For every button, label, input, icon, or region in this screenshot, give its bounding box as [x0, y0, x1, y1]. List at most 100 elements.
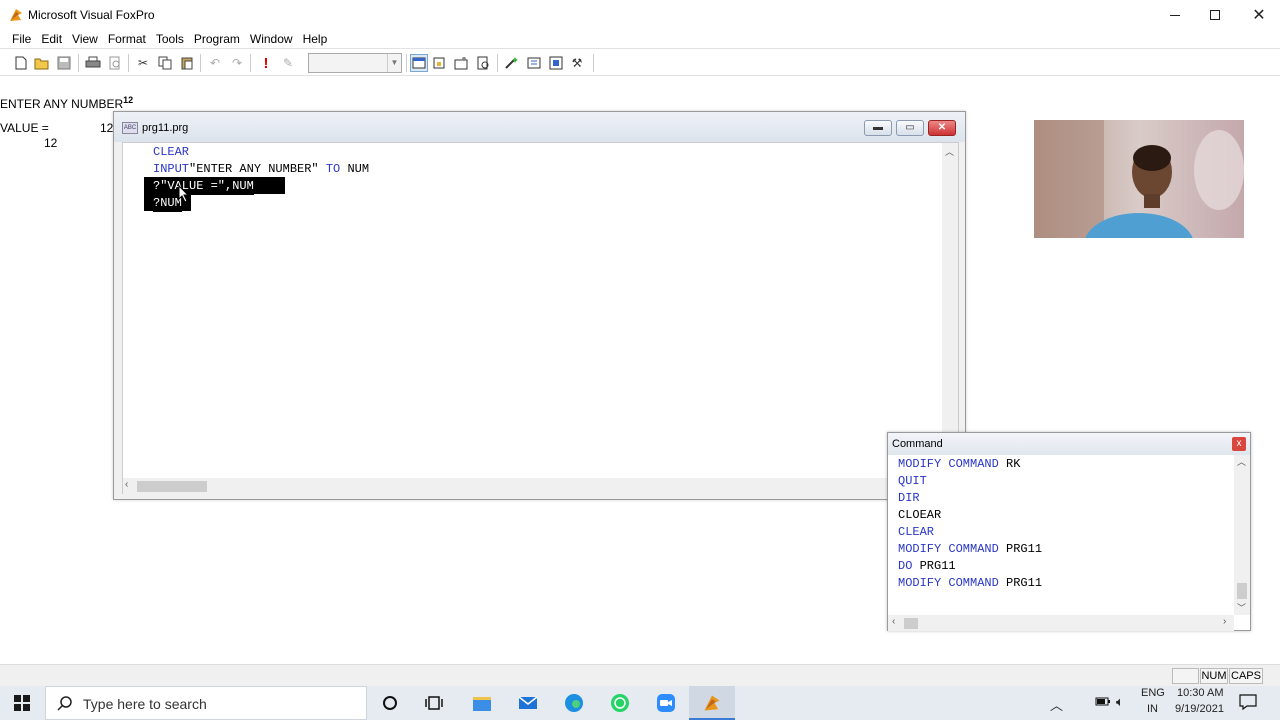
language-code[interactable]: ENG — [1141, 687, 1165, 699]
print-preview-icon[interactable] — [106, 54, 124, 72]
whatsapp-icon[interactable] — [608, 691, 632, 715]
foxpro-taskbar-button[interactable] — [689, 686, 735, 720]
foxpro-icon — [10, 9, 22, 21]
class-browser-icon[interactable] — [547, 54, 565, 72]
volume-icon[interactable]: 🔈︎ — [1116, 694, 1124, 710]
windows-start-icon[interactable] — [10, 691, 34, 715]
mail-icon[interactable] — [516, 691, 540, 715]
command-history-line[interactable]: DIR — [898, 490, 920, 507]
open-folder-icon[interactable] — [33, 54, 51, 72]
code-line: INPUT"ENTER ANY NUMBER" TO NUM — [153, 162, 370, 176]
command-title-bar[interactable]: Command x — [888, 433, 1250, 455]
foxpro-icon — [704, 695, 720, 711]
command-close-button[interactable]: x — [1232, 437, 1246, 451]
num-lock-indicator: NUM — [1200, 668, 1228, 684]
program-file-icon: ABC — [122, 122, 138, 134]
taskbar-search-box[interactable]: Type here to search — [45, 686, 367, 720]
task-view-icon[interactable] — [422, 691, 446, 715]
redo-icon[interactable]: ↷ — [228, 54, 246, 72]
command-horizontal-scrollbar[interactable]: ‹ › — [888, 615, 1234, 631]
clock-time[interactable]: 10:30 AM — [1177, 687, 1223, 699]
scroll-left-icon[interactable]: ‹ — [892, 616, 895, 627]
clock-date[interactable]: 9/19/2021 — [1175, 703, 1224, 715]
maximize-button[interactable] — [1192, 0, 1238, 30]
run-icon[interactable]: ! — [257, 54, 275, 72]
menu-file[interactable]: File — [7, 32, 36, 46]
command-history-line[interactable]: MODIFY COMMAND RK — [898, 456, 1020, 473]
menu-help[interactable]: Help — [298, 32, 333, 46]
menu-edit[interactable]: Edit — [36, 32, 67, 46]
chevron-down-icon: ▼ — [387, 54, 401, 72]
modify-form-icon[interactable]: ✎ — [279, 54, 297, 72]
save-icon[interactable] — [55, 54, 73, 72]
webcam-overlay — [1034, 120, 1244, 238]
battery-icon[interactable] — [1095, 695, 1111, 710]
editor-window[interactable]: ABC prg11.prg ▬ ▭ ✕ CLEAR INPUT"ENTER AN… — [113, 111, 966, 500]
search-placeholder: Type here to search — [83, 696, 207, 712]
command-history-line[interactable]: QUIT — [898, 473, 927, 490]
editor-restore-button[interactable]: ▭ — [896, 120, 924, 136]
project-manager-icon[interactable] — [452, 54, 470, 72]
menu-program[interactable]: Program — [189, 32, 245, 46]
code-references-icon[interactable] — [525, 54, 543, 72]
caps-lock-indicator: CAPS — [1229, 668, 1263, 684]
code-editor[interactable]: CLEAR INPUT"ENTER ANY NUMBER" TO NUM ?"V… — [122, 142, 959, 494]
scroll-down-icon[interactable]: ﹀ — [1237, 601, 1246, 614]
scroll-left-icon[interactable]: ‹ — [125, 479, 128, 490]
horizontal-scrollbar[interactable]: ‹ — [123, 478, 942, 494]
output-num: 12 — [44, 136, 58, 150]
command-window-icon[interactable] — [410, 54, 428, 72]
report-preview-icon[interactable] — [474, 54, 492, 72]
taskbar: Type here to search ︿ 🔈︎ ENG IN 10:30 AM… — [0, 686, 1280, 720]
scroll-thumb[interactable] — [1237, 583, 1247, 599]
scroll-thumb[interactable] — [137, 481, 207, 492]
output-prompt: ENTER ANY NUMBER — [0, 97, 124, 111]
show-hidden-icons-icon[interactable]: ︿ — [1050, 695, 1063, 714]
language-region[interactable]: IN — [1147, 703, 1158, 715]
search-icon — [57, 696, 72, 711]
undo-icon[interactable]: ↶ — [206, 54, 224, 72]
command-title: Command — [892, 438, 943, 450]
code-line-selected: ?"VALUE =",NUM — [153, 178, 254, 195]
file-explorer-icon[interactable] — [470, 691, 494, 715]
command-history-line[interactable]: MODIFY COMMAND PRG11 — [898, 541, 1042, 558]
code-line: CLEAR — [153, 145, 190, 159]
scroll-thumb[interactable] — [904, 618, 918, 629]
wizard-icon[interactable] — [503, 54, 521, 72]
menu-format[interactable]: Format — [103, 32, 151, 46]
command-history-line[interactable]: CLOEAR — [898, 507, 941, 524]
menu-view[interactable]: View — [67, 32, 103, 46]
copy-icon[interactable] — [156, 54, 174, 72]
output-value: 12 — [100, 121, 114, 135]
data-session-icon[interactable] — [430, 54, 448, 72]
paste-icon[interactable] — [178, 54, 196, 72]
vertical-scrollbar[interactable]: ︿ — [942, 143, 958, 477]
output-input-value: 12 — [123, 95, 134, 105]
editor-minimize-button[interactable]: ▬ — [864, 120, 892, 136]
scroll-up-icon[interactable]: ︿ — [945, 145, 954, 158]
scroll-right-icon[interactable]: › — [1223, 616, 1226, 627]
notifications-icon[interactable] — [1239, 694, 1257, 713]
menu-tools[interactable]: Tools — [151, 32, 189, 46]
editor-title-bar[interactable]: ABC prg11.prg ▬ ▭ ✕ — [114, 112, 965, 142]
cortana-icon[interactable] — [378, 691, 402, 715]
print-icon[interactable] — [84, 54, 102, 72]
command-history-line[interactable]: CLEAR — [898, 524, 934, 541]
editor-close-button[interactable]: ✕ — [928, 120, 956, 136]
standard-toolbar: ✂ ↶ ↷ ! ✎ ▼ ⚒ — [0, 48, 1280, 76]
command-history-line[interactable]: MODIFY COMMAND PRG11 — [898, 575, 1042, 592]
cut-icon[interactable]: ✂ — [134, 54, 152, 72]
command-history-line[interactable]: DO PRG11 — [898, 558, 956, 575]
database-combo[interactable]: ▼ — [308, 53, 402, 73]
editor-filename: prg11.prg — [142, 122, 189, 134]
menu-window[interactable]: Window — [245, 32, 298, 46]
new-file-icon[interactable] — [12, 54, 30, 72]
app-title-bar: Microsoft Visual FoxPro ✕ — [0, 0, 1280, 30]
command-window[interactable]: Command x MODIFY COMMAND RK QUIT DIR CLO… — [887, 432, 1251, 631]
scroll-up-icon[interactable]: ︿ — [1237, 455, 1246, 468]
close-button[interactable]: ✕ — [1236, 0, 1280, 30]
edge-browser-icon[interactable] — [562, 691, 586, 715]
command-vertical-scrollbar[interactable]: ︿ ﹀ — [1234, 455, 1250, 615]
tools-icon[interactable]: ⚒ — [568, 54, 586, 72]
zoom-icon[interactable] — [654, 691, 678, 715]
